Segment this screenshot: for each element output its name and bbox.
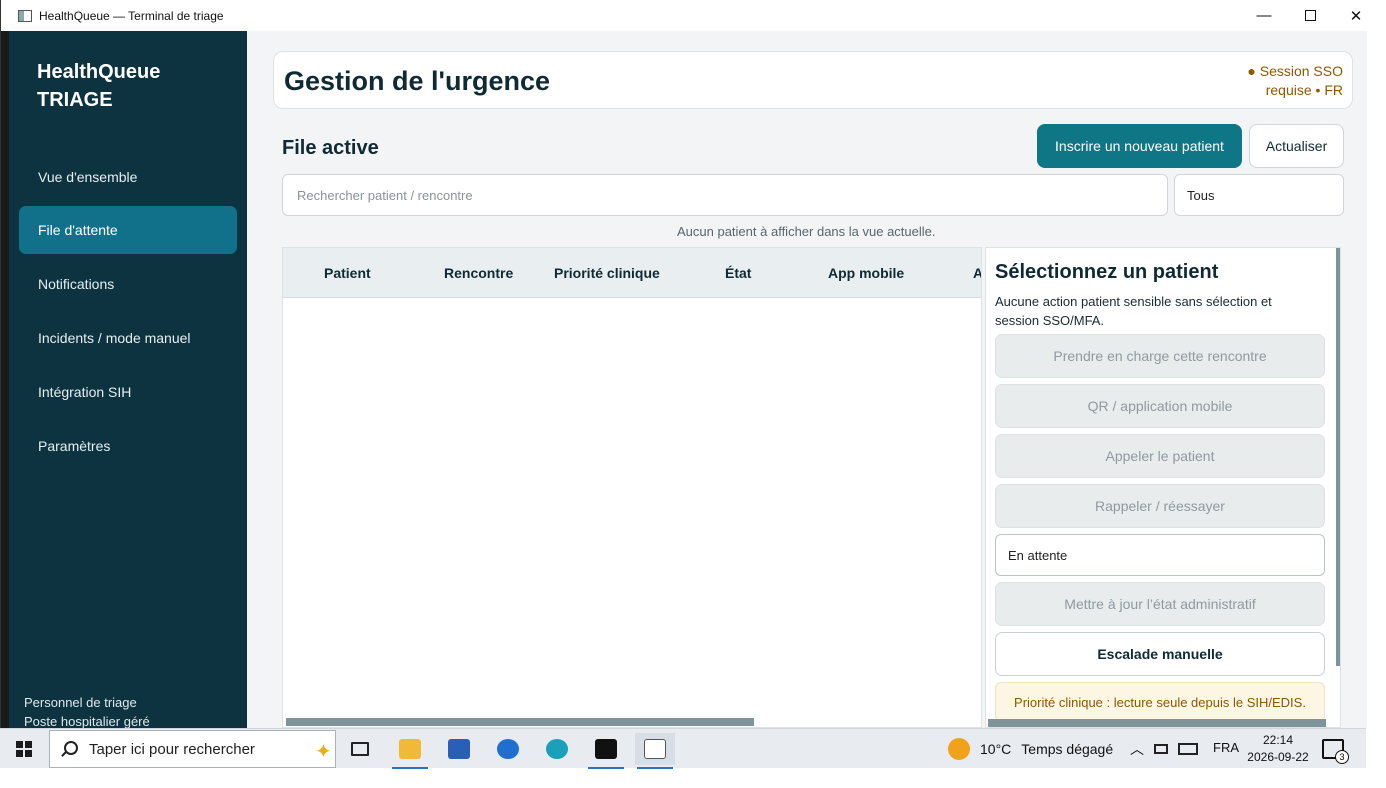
- queue-title: File active: [282, 137, 379, 159]
- session-status-line2: requise • FR: [1265, 82, 1343, 98]
- status-filter-select[interactable]: Tous: [1174, 174, 1344, 216]
- panel-note: Aucune action patient sensible sans séle…: [995, 294, 1272, 328]
- column-header-state[interactable]: État: [725, 265, 751, 281]
- system-tray: ︿: [1130, 739, 1198, 759]
- battery-icon[interactable]: [1154, 744, 1168, 754]
- sidebar-item-settings[interactable]: Paramètres: [19, 422, 237, 470]
- header-card: Gestion de l'urgence ● Session SSO requi…: [273, 51, 1353, 109]
- task-view-icon[interactable]: [340, 733, 380, 765]
- brand-name: HealthQueue: [37, 61, 161, 83]
- sidebar-item-queue[interactable]: File d'attente: [19, 206, 237, 254]
- window-titlebar: HealthQueue — Terminal de triage — ✕: [1, 0, 1367, 31]
- search-icon: [61, 741, 78, 757]
- main-content: Gestion de l'urgence ● Session SSO requi…: [247, 31, 1367, 728]
- patient-state-select[interactable]: En attente: [995, 534, 1325, 576]
- column-header-patient[interactable]: Patient: [324, 265, 371, 281]
- manual-escalation-button[interactable]: Escalade manuelle: [995, 632, 1325, 676]
- column-header-priority[interactable]: Priorité clinique: [554, 265, 660, 281]
- sidebar-item-label: File d'attente: [38, 222, 118, 238]
- panel-vertical-scrollbar[interactable]: [1336, 248, 1340, 666]
- taskbar-search[interactable]: Taper ici pour rechercher ✦: [49, 730, 336, 768]
- screen: HealthQueue — Terminal de triage — ✕ Hea…: [0, 0, 1386, 788]
- column-header-encounter[interactable]: Rencontre: [444, 265, 513, 281]
- close-button[interactable]: ✕: [1333, 0, 1379, 31]
- store-icon[interactable]: [439, 733, 479, 765]
- sidebar-item-label: Notifications: [38, 276, 115, 292]
- healthqueue-app-icon[interactable]: [635, 733, 675, 769]
- weather-temperature: 10°C: [980, 741, 1012, 757]
- table-header: Patient Rencontre Priorité clinique État…: [283, 248, 981, 298]
- sidebar-item-label: Vue d'ensemble: [38, 169, 138, 185]
- maximize-button[interactable]: [1287, 0, 1333, 31]
- sidebar-footer: Personnel de triage Poste hospitalier gé…: [24, 693, 150, 731]
- qr-mobile-button[interactable]: QR / application mobile: [995, 384, 1325, 428]
- notification-center-icon[interactable]: 3: [1322, 739, 1349, 764]
- session-status-line1: ● Session SSO: [1247, 63, 1343, 79]
- clock[interactable]: 22:14 2026-09-22: [1245, 732, 1311, 766]
- outlook-icon[interactable]: [488, 733, 528, 765]
- new-patient-button[interactable]: Inscrire un nouveau patient: [1037, 124, 1242, 168]
- sidebar-item-sih[interactable]: Intégration SIH: [19, 368, 237, 416]
- keyboard-icon[interactable]: [1178, 743, 1198, 755]
- panel-horizontal-scrollbar[interactable]: [988, 719, 1326, 727]
- app-window: HealthQueue — Terminal de triage — ✕ Hea…: [0, 0, 1367, 731]
- column-header-mobile-app[interactable]: App mobile: [828, 265, 904, 281]
- sidebar-item-label: Incidents / mode manuel: [38, 330, 191, 346]
- taskbar-search-placeholder: Taper ici pour rechercher: [89, 740, 255, 758]
- minimize-button[interactable]: —: [1241, 0, 1287, 31]
- language-indicator[interactable]: FRA: [1213, 740, 1239, 755]
- weather-condition: Temps dégagé: [1021, 741, 1114, 757]
- call-patient-button[interactable]: Appeler le patient: [995, 434, 1325, 478]
- maximize-icon: [1304, 10, 1316, 21]
- session-status: ● Session SSO requise • FR: [1247, 62, 1343, 100]
- column-header-truncated[interactable]: A: [973, 265, 981, 281]
- recall-button[interactable]: Rappeler / réessayer: [995, 484, 1325, 528]
- sidebar-item-overview[interactable]: Vue d'ensemble: [19, 153, 237, 201]
- panel-title: Sélectionnez un patient: [995, 261, 1219, 283]
- moon-icon: [948, 738, 970, 760]
- weather-widget[interactable]: 10°C Temps dégagé: [948, 738, 1113, 760]
- sidebar-item-label: Intégration SIH: [38, 384, 132, 400]
- queue-table: Patient Rencontre Priorité clinique État…: [282, 247, 982, 728]
- table-horizontal-scrollbar[interactable]: [286, 718, 754, 726]
- taskbar: Taper ici pour rechercher ✦ 10°C Temps d…: [0, 728, 1366, 769]
- page-title: Gestion de l'urgence: [284, 66, 550, 96]
- desktop-edge: [1, 31, 9, 728]
- window-title: HealthQueue — Terminal de triage: [39, 8, 224, 23]
- brand-subtitle: TRIAGE: [37, 89, 113, 111]
- empty-queue-message: Aucun patient à afficher dans la vue act…: [677, 224, 936, 239]
- brand-logo: HealthQueue TRIAGE: [37, 58, 160, 114]
- search-input[interactable]: Rechercher patient / rencontre: [282, 174, 1168, 216]
- refresh-button[interactable]: Actualiser: [1249, 124, 1344, 168]
- app-icon: [18, 9, 32, 22]
- sparkle-icon: ✦: [315, 741, 332, 763]
- notification-count: 3: [1335, 750, 1349, 764]
- start-button[interactable]: [0, 729, 48, 769]
- patient-action-panel: Sélectionnez un patient Aucune action pa…: [985, 247, 1341, 728]
- update-admin-state-button[interactable]: Mettre à jour l’état administratif: [995, 582, 1325, 626]
- staff-role: Personnel de triage: [24, 695, 137, 710]
- clock-date: 2026-09-22: [1247, 750, 1309, 764]
- file-explorer-icon[interactable]: [390, 733, 430, 769]
- clock-time: 22:14: [1262, 733, 1294, 747]
- sidebar: HealthQueue TRIAGE Vue d'ensemble File d…: [9, 31, 247, 731]
- terminal-icon[interactable]: [586, 733, 626, 769]
- edge-browser-icon[interactable]: [537, 733, 577, 765]
- priority-readonly-note: Priorité clinique : lecture seule depuis…: [995, 682, 1325, 722]
- take-charge-button[interactable]: Prendre en charge cette rencontre: [995, 334, 1325, 378]
- sidebar-item-incidents[interactable]: Incidents / mode manuel: [19, 314, 237, 362]
- chevron-up-icon[interactable]: ︿: [1130, 739, 1144, 759]
- windows-logo-icon: [16, 741, 32, 757]
- sidebar-item-notifications[interactable]: Notifications: [19, 260, 237, 308]
- sidebar-item-label: Paramètres: [38, 438, 111, 454]
